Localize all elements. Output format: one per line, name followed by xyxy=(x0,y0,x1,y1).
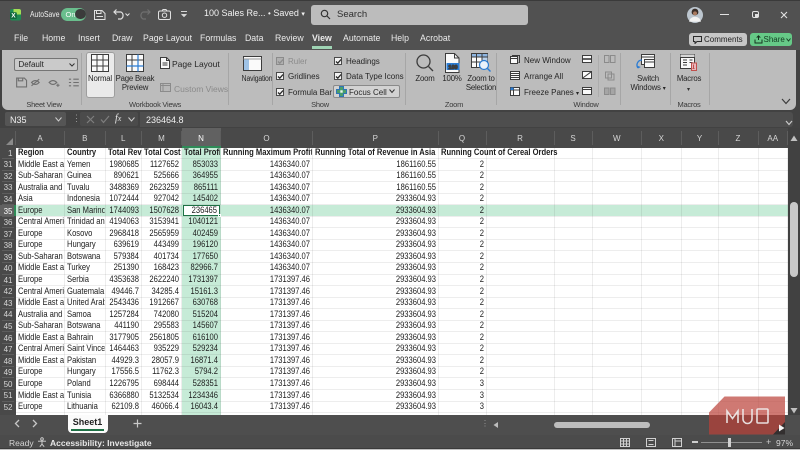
svg-text:100: 100 xyxy=(448,65,457,71)
svg-text:X: X xyxy=(11,12,16,19)
